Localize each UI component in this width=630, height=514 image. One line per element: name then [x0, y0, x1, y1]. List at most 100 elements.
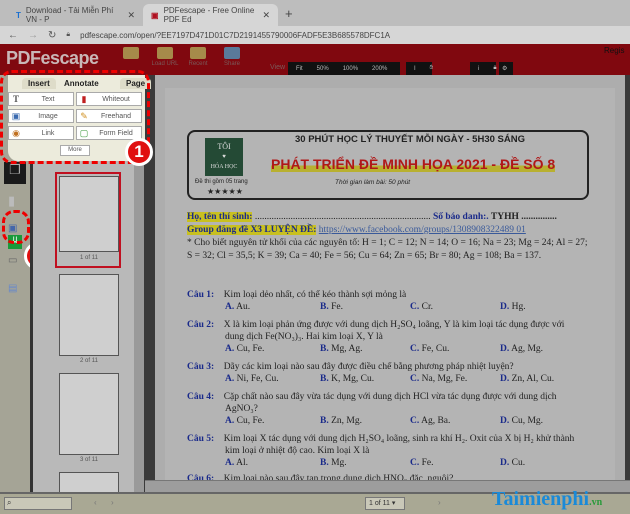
step-badge-1: 1: [125, 138, 153, 166]
search-input[interactable]: ⌕: [4, 497, 72, 510]
question-text-cont: AgNO₃?: [225, 404, 258, 414]
pages-note: Đề thi gồm 05 trang: [195, 179, 248, 185]
answer-option: D. Cu, Mg.: [500, 416, 544, 426]
zoom-50[interactable]: 50%: [317, 66, 329, 72]
pages-icon[interactable]: ❐: [4, 162, 26, 184]
folder-clock-icon: [190, 47, 206, 59]
answer-option: D. Ag, Mg.: [500, 344, 544, 354]
group-link[interactable]: https://www.facebook.com/groups/13089083…: [319, 225, 526, 235]
url-field[interactable]: pdfescape.com/open/?EE7197D471D01C7D2191…: [80, 31, 390, 40]
thumb-label: 2 of 11: [80, 358, 98, 364]
print-icon[interactable]: ▭: [8, 255, 17, 266]
close-icon[interactable]: ✕: [262, 10, 270, 21]
register-link[interactable]: Regis: [604, 46, 624, 55]
answer-option: D. Cu.: [500, 458, 526, 468]
highlight-2: [2, 210, 30, 244]
question: Câu 1: Kim loại dẻo nhất, có thể kéo thà…: [187, 290, 407, 300]
question: Câu 5: Kim loại X tác dụng với dung dịch…: [187, 434, 575, 444]
question: Câu 4: Cặp chất nào sau đây vừa tác dụng…: [187, 392, 557, 402]
next-result[interactable]: ›: [111, 498, 114, 507]
hand-icon[interactable]: ✋︎: [430, 65, 433, 72]
search-icon: ⌕: [7, 498, 12, 507]
upload-button[interactable]: [116, 47, 146, 61]
thumbnail-page-3[interactable]: [59, 373, 119, 455]
text-cursor-icon[interactable]: I: [414, 66, 416, 72]
atomic-masses: * Cho biết nguyên tử khối của các nguyên…: [187, 238, 588, 248]
zoom-controls: Fit 50% 100% 200%: [288, 62, 400, 75]
atomic-masses-2: S = 32; Cl = 35,5; K = 39; Ca = 40; Fe =…: [187, 251, 542, 261]
zoom-100[interactable]: 100%: [343, 66, 358, 72]
browser-tab-bar: T Download - Tải Miễn Phí VN - P ✕ ▣ PDFesc…: [0, 0, 630, 26]
lock-icon: 🔒︎: [66, 31, 71, 38]
back-icon[interactable]: ←: [8, 30, 18, 41]
answer-option: A. Ni, Fe, Cu.: [225, 374, 279, 384]
thumbnail-page-2[interactable]: [59, 274, 119, 356]
answer-option: B. Zn, Mg.: [320, 416, 362, 426]
page-select[interactable]: 1 of 11 ▾: [365, 497, 405, 510]
thumbnail-page-1[interactable]: [59, 176, 119, 252]
next-page[interactable]: ›: [438, 498, 441, 507]
thumb-label: 1 of 11: [80, 255, 98, 261]
new-tab-icon[interactable]: +: [285, 6, 293, 21]
share-people-icon: [224, 47, 240, 59]
answer-option: B. Mg.: [320, 458, 347, 468]
answer-option: D. Zn, Al, Cu.: [500, 374, 555, 384]
bottom-bar: ⌕ ‹ › 1 of 11 ▾ › Taimienphi.vn: [0, 488, 630, 514]
answer-option: D. Hg.: [500, 302, 526, 312]
question-text-cont: dung dịch Fe(NO₃)₃. Hai kim loại X, Y là: [225, 332, 383, 342]
answer-option: C. Fe.: [410, 458, 434, 468]
question: Câu 3: Dãy các kim loại nào sau đây được…: [187, 362, 514, 372]
logo: PDFescape: [6, 48, 99, 68]
reload-icon[interactable]: ↻: [48, 30, 56, 41]
recent-button[interactable]: Recent: [183, 47, 213, 67]
form-icon[interactable]: ▤: [8, 283, 17, 294]
folder-link-icon: [157, 47, 173, 59]
info-icon[interactable]: i: [478, 66, 479, 72]
answer-option: C. Cr.: [410, 302, 433, 312]
load-url-button[interactable]: Load URL: [150, 47, 180, 67]
zoom-fit[interactable]: Fit: [296, 66, 303, 72]
hoa-hoc-logo: TÔI ♥ HÓA HỌC: [205, 138, 243, 176]
answer-option: A. Cu, Fe.: [225, 344, 265, 354]
answer-option: B. K, Mg, Cu.: [320, 374, 375, 384]
pdfescape-icon: ▣: [151, 10, 159, 20]
tab-label: PDFescape - Free Online PDF Ed: [163, 6, 255, 24]
lock-icon[interactable]: 🔒︎: [493, 65, 496, 72]
question-text-cont: kim loại ở nhiệt độ cao. Kim loại X là: [225, 446, 370, 456]
tab-download[interactable]: T Download - Tải Miễn Phí VN - P ✕: [8, 4, 143, 26]
share-button[interactable]: Share: [217, 47, 247, 67]
forward-icon[interactable]: →: [28, 30, 38, 41]
security-tools: i 🔒︎: [470, 62, 497, 75]
thumbnail-scrollbar[interactable]: [134, 160, 144, 495]
site-icon: T: [16, 10, 21, 20]
prev-result[interactable]: ‹: [94, 498, 97, 507]
folder-add-icon: [123, 47, 139, 59]
answer-option: C. Ag, Ba.: [410, 416, 451, 426]
banner-top: 30 PHÚT HỌC LÝ THUYẾT MỖI NGÀY - 5H30 SÁ…: [295, 134, 525, 145]
thumbnail-panel: 1 of 11 2 of 11 3 of 11: [30, 160, 134, 502]
settings-icon[interactable]: ⚙: [499, 62, 513, 75]
answer-option: A. Au.: [225, 302, 251, 312]
thumb-label: 3 of 11: [80, 457, 98, 463]
banner-title: PHÁT TRIỂN ĐỀ MINH HỌA 2021 - ĐỀ SỐ 8: [271, 156, 556, 172]
candidate-line: Họ, tên thí sinh: ......................…: [187, 212, 557, 222]
answer-option: A. Cu, Fe.: [225, 416, 265, 426]
question: Câu 2: X là kim loại phản ứng được với d…: [187, 320, 565, 330]
address-bar: ← → ↻ 🔒︎ pdfescape.com/open/?EE7197D471D01…: [0, 26, 630, 44]
answer-option: A. Al.: [225, 458, 248, 468]
pdf-page: TÔI ♥ HÓA HỌC Đề thi gồm 05 trang ★★★★★ 30…: [165, 88, 615, 488]
bookmark-page-icon[interactable]: ▮: [8, 193, 15, 209]
answer-option: B. Fe.: [320, 302, 343, 312]
close-icon[interactable]: ✕: [127, 10, 135, 21]
group-line: Group đăng đề X3 LUYỆN ĐỀ: https://www.f…: [187, 225, 526, 235]
tab-pdfescape[interactable]: ▣ PDFescape - Free Online PDF Ed ✕: [143, 4, 278, 26]
zoom-200[interactable]: 200%: [372, 66, 387, 72]
answer-option: B. Mg, Ag.: [320, 344, 363, 354]
cursor-tools: I ✋︎: [406, 62, 433, 75]
stars: ★★★★★: [207, 187, 243, 196]
tab-label: Download - Tải Miễn Phí VN - P: [25, 6, 114, 24]
view-label: View: [270, 64, 286, 71]
banner-time: Thời gian làm bài: 50 phút: [335, 179, 411, 186]
answer-option: C. Na, Mg, Fe.: [410, 374, 468, 384]
answer-option: C. Fe, Cu.: [410, 344, 450, 354]
